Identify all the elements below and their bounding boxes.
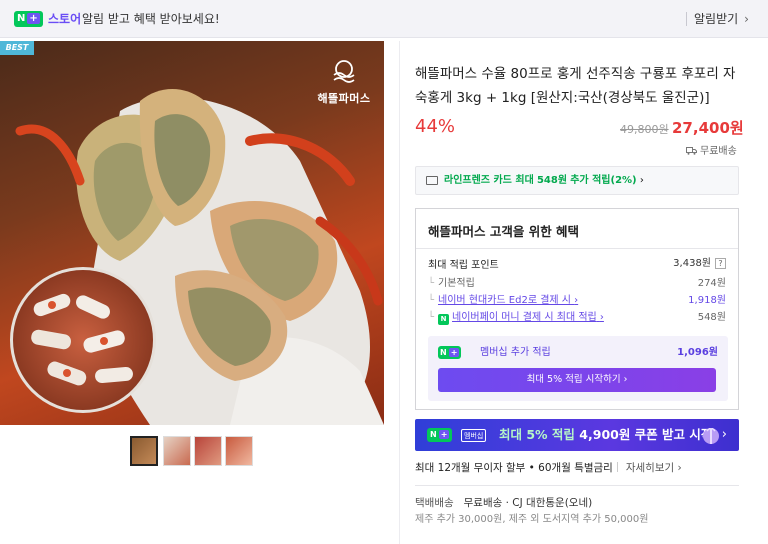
column-divider bbox=[399, 41, 400, 544]
product-main-image[interactable]: BEST 해뜰파머스 bbox=[0, 41, 384, 425]
npay-points-value: 548원 bbox=[697, 312, 726, 323]
nplus-plus-sign: + bbox=[438, 430, 450, 439]
chevron-right-icon: › bbox=[599, 312, 604, 323]
sun-wave-logo-icon bbox=[333, 60, 355, 83]
nplus-n-letter: N bbox=[440, 348, 447, 357]
membership-tag: 멤버십 bbox=[461, 429, 487, 442]
card-points-row: └ 네이버 현대카드 Ed2로 결제 시 › bbox=[428, 294, 578, 308]
chevron-right-icon: › bbox=[744, 12, 749, 26]
npay-points-link[interactable]: 네이버페이 머니 결제 시 최대 적립 › bbox=[452, 312, 604, 323]
notification-banner: N + 스토어 알림 받고 혜택 받아보세요! 알림받기 › bbox=[0, 0, 768, 38]
crab-legs-illustration bbox=[31, 293, 133, 386]
installment-more-link[interactable]: 자세히보기 › bbox=[626, 462, 682, 474]
brand-logo: 해뜰파머스 bbox=[313, 59, 375, 106]
membership-coupon-banner[interactable]: N + 멤버십 최대 5% 적립 4,900원 쿠폰 받고 시작 › bbox=[415, 419, 739, 451]
truck-icon bbox=[686, 147, 697, 155]
npay-points-label: 네이버페이 머니 결제 시 최대 적립 bbox=[452, 312, 597, 323]
nplus-plus-sign: + bbox=[27, 13, 40, 24]
card-promo-text: 라인프렌즈 카드 최대 548원 추가 적립(2%) › bbox=[444, 174, 644, 188]
max-points-value: 3,438원 bbox=[673, 258, 711, 269]
chevron-right-icon: › bbox=[574, 295, 579, 306]
installment-text: 최대 12개월 무이자 할부 • 60개월 특별금리 bbox=[415, 462, 613, 474]
benefits-divider bbox=[416, 248, 738, 249]
product-title: 해뜰파머스 수율 80프로 홍게 선주직송 구룡포 후포리 자숙홍게 3kg +… bbox=[415, 66, 736, 106]
nplus-store-logo: N + bbox=[14, 11, 43, 27]
delivery-info: 무료배송 · CJ 대한통운(오네) bbox=[463, 497, 593, 509]
original-price: 49,800원 bbox=[620, 123, 669, 136]
delivery-line: 택배배송 무료배송 · CJ 대한통운(오네) bbox=[415, 496, 592, 510]
brand-logo-text: 해뜰파머스 bbox=[317, 92, 371, 105]
basic-points-row: └ 기본적립 bbox=[428, 277, 475, 291]
installment-info: 최대 12개월 무이자 할부 • 60개월 특별금리 자세히보기 › bbox=[415, 461, 682, 475]
max-points-value-group: 3,438원? bbox=[673, 257, 726, 271]
card-points-link[interactable]: 네이버 현대카드 Ed2로 결제 시 › bbox=[438, 295, 578, 306]
store-label: 스토어 bbox=[48, 12, 82, 26]
coupon-highlight: 최대 5% 적립 bbox=[499, 427, 575, 442]
coupon-rest: 4,900원 쿠폰 받고 시작 bbox=[579, 427, 713, 442]
card-points-label: 네이버 현대카드 Ed2로 결제 시 bbox=[438, 295, 571, 306]
discount-rate: 44% bbox=[415, 116, 456, 137]
thumbnail-4[interactable] bbox=[225, 436, 253, 466]
best-badge: BEST bbox=[0, 41, 34, 55]
membership-label: 멤버십 추가 적립 bbox=[480, 347, 551, 358]
nplus-n-letter: N bbox=[17, 13, 26, 24]
tree-corner-icon: └ bbox=[428, 278, 435, 289]
benefits-title: 해뜰파머스 고객을 위한 혜택 bbox=[428, 224, 580, 239]
membership-value: 1,096원 bbox=[677, 347, 718, 358]
chevron-right-icon: › bbox=[721, 427, 727, 442]
sale-price: 27,400원 bbox=[672, 119, 744, 137]
basic-points-value: 274원 bbox=[697, 278, 726, 289]
benefits-panel: 해뜰파머스 고객을 위한 혜택 최대 적립 포인트 3,438원? └ 기본적립 … bbox=[415, 208, 739, 410]
credit-card-icon bbox=[426, 176, 438, 185]
card-points-value: 1,918원 bbox=[688, 295, 726, 306]
delivery-divider bbox=[415, 485, 739, 486]
notify-button-label: 알림받기 bbox=[694, 12, 739, 26]
delivery-extra-fee: 제주 추가 30,000원, 제주 외 도서지역 추가 50,000원 bbox=[415, 514, 649, 525]
card-promo-amount: 548원 bbox=[536, 175, 568, 186]
banner-divider bbox=[686, 12, 687, 26]
nplus-n-letter: N bbox=[430, 430, 437, 439]
notify-button[interactable]: 알림받기 › bbox=[694, 11, 749, 27]
membership-start-button[interactable]: 최대 5% 적립 시작하기 › bbox=[438, 368, 716, 392]
basic-points-label: 기본적립 bbox=[438, 278, 475, 289]
thumbnail-2[interactable] bbox=[163, 436, 191, 466]
gift-icon bbox=[703, 428, 719, 444]
card-promo-prefix: 라인프렌즈 카드 최대 bbox=[444, 175, 534, 186]
npay-icon: N bbox=[438, 314, 450, 325]
thumbnail-3[interactable] bbox=[194, 436, 222, 466]
nplus-plus-sign: + bbox=[448, 348, 460, 357]
installment-divider bbox=[616, 462, 618, 472]
delivery-label: 택배배송 bbox=[415, 497, 454, 509]
chevron-right-icon: › bbox=[639, 175, 644, 186]
card-promo-suffix: 추가 적립(2%) bbox=[570, 175, 637, 186]
max-points-label: 최대 적립 포인트 bbox=[428, 259, 499, 273]
tree-corner-icon: └ bbox=[428, 312, 435, 323]
coupon-nplus-logo: N + bbox=[427, 428, 453, 442]
shipping-label: 무료배송 bbox=[700, 146, 737, 157]
thumbnail-1[interactable] bbox=[130, 436, 158, 466]
crab-leg-inset-image bbox=[10, 267, 156, 413]
max-points-text: 최대 적립 포인트 bbox=[428, 260, 499, 271]
shipping-info: 무료배송 bbox=[686, 142, 737, 157]
tree-corner-icon: └ bbox=[428, 295, 435, 306]
membership-nplus-logo: N + bbox=[438, 346, 462, 359]
card-promo-box[interactable]: 라인프렌즈 카드 최대 548원 추가 적립(2%) › bbox=[415, 166, 739, 195]
npay-points-row: └ N 네이버페이 머니 결제 시 최대 적립 › bbox=[428, 311, 604, 325]
help-icon[interactable]: ? bbox=[715, 258, 726, 269]
coupon-banner-text: 최대 5% 적립 4,900원 쿠폰 받고 시작 bbox=[499, 427, 712, 443]
membership-box: N + 멤버십 추가 적립 1,096원 최대 5% 적립 시작하기 › bbox=[428, 336, 728, 401]
banner-message: 알림 받고 혜택 받아보세요! bbox=[82, 12, 220, 26]
